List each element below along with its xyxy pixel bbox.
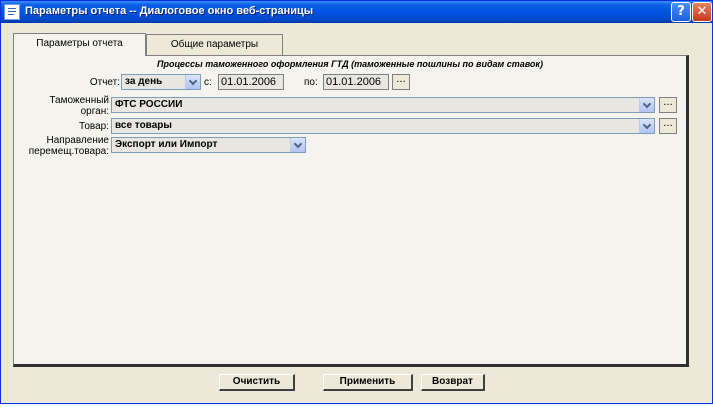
date-from-label: с: xyxy=(204,77,212,88)
tab-report-params[interactable]: Параметры отчета xyxy=(13,33,146,56)
customs-label-line1: Таможенный xyxy=(49,95,109,106)
direction-value: Экспорт или Импорт xyxy=(115,139,218,150)
report-label: Отчет: xyxy=(89,77,120,88)
date-from-input[interactable]: 01.01.2006 xyxy=(218,74,284,90)
help-icon[interactable]: ? xyxy=(671,2,691,22)
direction-label: Направление перемещ.товара: xyxy=(24,135,109,157)
direction-label-line2: перемещ.товара: xyxy=(28,146,109,157)
title-bar[interactable]: Параметры отчета -- Диалоговое окно веб-… xyxy=(1,1,712,23)
direction-select[interactable]: Экспорт или Импорт xyxy=(111,137,306,153)
goods-select[interactable]: все товары xyxy=(111,118,655,134)
report-period-select[interactable]: за день xyxy=(121,74,201,90)
goods-label: Товар: xyxy=(79,121,109,132)
customs-label-line2: орган: xyxy=(80,106,109,117)
clear-button[interactable]: Очистить xyxy=(219,374,295,391)
direction-label-line1: Направление xyxy=(46,135,109,146)
chevron-down-icon[interactable] xyxy=(185,75,200,89)
apply-button[interactable]: Применить xyxy=(323,374,413,391)
date-picker-button[interactable]: ... xyxy=(392,74,410,90)
customs-lookup-button[interactable]: ... xyxy=(659,97,677,113)
goods-lookup-button[interactable]: ... xyxy=(659,118,677,134)
chevron-down-icon[interactable] xyxy=(290,138,305,152)
report-heading: Процессы таможенного оформления ГТД (там… xyxy=(156,59,543,69)
date-to-input[interactable]: 01.01.2006 xyxy=(323,74,389,90)
close-icon[interactable]: ✕ xyxy=(692,2,712,22)
chevron-down-icon[interactable] xyxy=(639,98,654,112)
report-params-panel: Процессы таможенного оформления ГТД (там… xyxy=(13,55,689,367)
dialog-window: Параметры отчета -- Диалоговое окно веб-… xyxy=(0,0,713,404)
goods-value: все товары xyxy=(115,120,172,131)
customs-authority-value: ФТС РОССИИ xyxy=(115,99,183,110)
date-to-label: по: xyxy=(304,77,318,88)
chevron-down-icon[interactable] xyxy=(639,119,654,133)
tab-general-params[interactable]: Общие параметры xyxy=(146,34,283,56)
report-period-value: за день xyxy=(125,76,163,87)
customs-label: Таможенный орган: xyxy=(34,95,109,117)
back-button[interactable]: Возврат xyxy=(421,374,485,391)
customs-authority-select[interactable]: ФТС РОССИИ xyxy=(111,97,655,113)
window-title: Параметры отчета -- Диалоговое окно веб-… xyxy=(25,5,314,17)
document-icon xyxy=(4,4,20,20)
